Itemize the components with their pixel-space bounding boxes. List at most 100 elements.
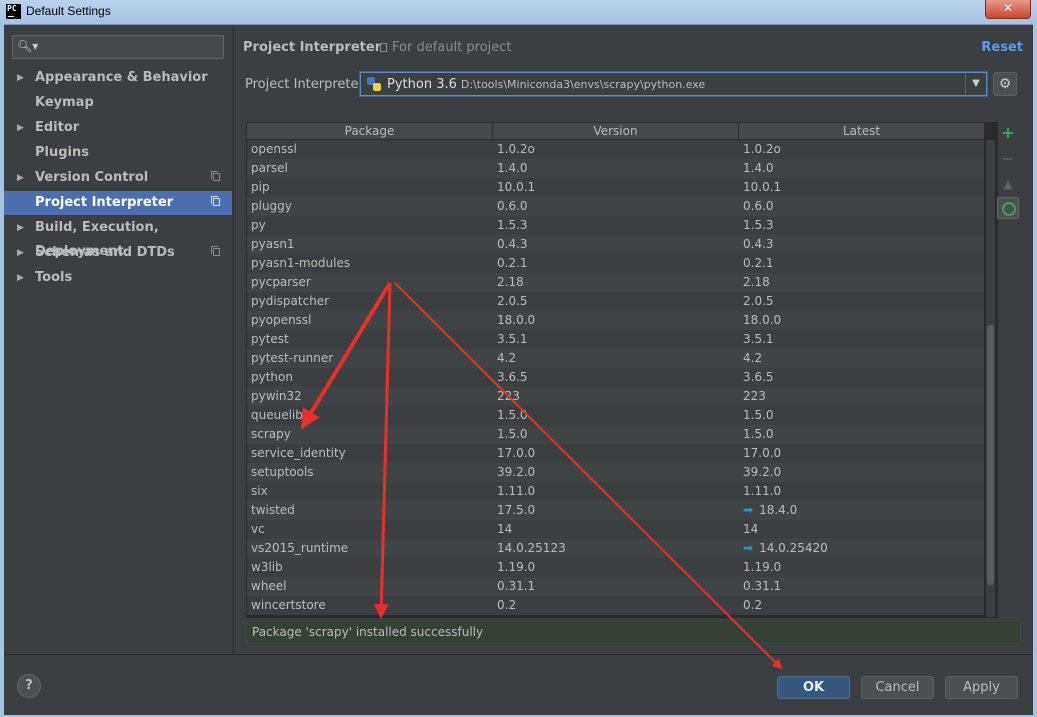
table-row[interactable]: pluggy 0.6.0 0.6.0 <box>247 197 984 216</box>
table-row[interactable]: pydispatcher 2.0.5 2.0.5 <box>247 292 984 311</box>
table-row[interactable]: pytest-runner 4.2 4.2 <box>247 349 984 368</box>
interpreter-select[interactable]: Python 3.6 D:\tools\Miniconda3\envs\scrap… <box>360 72 987 96</box>
table-row[interactable]: py 1.5.3 1.5.3 <box>247 216 984 235</box>
table-row[interactable]: pyasn1-modules 0.2.1 0.2.1 <box>247 254 984 273</box>
table-scrollbar[interactable] <box>986 140 995 617</box>
table-row[interactable]: wheel 0.31.1 0.31.1 <box>247 577 984 596</box>
table-row[interactable]: pytest 3.5.1 3.5.1 <box>247 330 984 349</box>
table-row[interactable]: vs2015_runtime 14.0.25123 ➡ 14.0.25420 <box>247 539 984 558</box>
sidebar-item-project-interpreter[interactable]: Project Interpreter <box>4 191 232 215</box>
settings-search[interactable]: 🔍︎▾ <box>12 35 224 59</box>
remove-package-button[interactable]: − <box>997 148 1019 170</box>
latest-version-text: 223 <box>743 389 766 403</box>
scrollbar-thumb[interactable] <box>987 325 994 585</box>
package-version-cell: 2.0.5 <box>497 294 528 308</box>
search-icon[interactable]: 🔍︎▾ <box>17 39 38 53</box>
table-row[interactable]: six 1.11.0 1.11.0 <box>247 482 984 501</box>
sidebar-item-tools[interactable]: ▶ Tools <box>4 266 232 290</box>
table-row[interactable]: queuelib 1.5.0 1.5.0 <box>247 406 984 425</box>
table-row[interactable]: twisted 17.5.0 ➡ 18.4.0 <box>247 501 984 520</box>
sidebar-item-version-control[interactable]: ▶ Version Control <box>4 166 232 190</box>
settings-search-input[interactable] <box>37 38 221 56</box>
package-name-cell: pyopenssl <box>251 313 312 327</box>
ok-button[interactable]: OK <box>777 676 850 699</box>
interpreter-value: Python 3.6 D:\tools\Miniconda3\envs\scrap… <box>387 77 705 92</box>
show-early-releases-toggle[interactable] <box>997 197 1019 219</box>
expand-arrow-icon[interactable]: ▶ <box>17 116 24 140</box>
scope-label: For default project <box>380 40 511 55</box>
apply-button[interactable]: Apply <box>945 676 1018 699</box>
table-row[interactable]: scrapy 1.5.0 1.5.0 <box>247 425 984 444</box>
table-row[interactable]: service_identity 17.0.0 17.0.0 <box>247 444 984 463</box>
table-row[interactable]: pywin32 223 223 <box>247 387 984 406</box>
package-latest-cell: 2.18 <box>743 273 770 292</box>
package-version-cell: 14 <box>497 522 513 536</box>
sidebar-item-label: Version Control <box>35 170 149 185</box>
sidebar-item-keymap[interactable]: Keymap <box>4 91 232 115</box>
help-button[interactable]: ? <box>17 674 41 698</box>
add-package-button[interactable]: + <box>997 122 1019 144</box>
sidebar-item-plugins[interactable]: Plugins <box>4 141 232 165</box>
table-row[interactable]: python 3.6.5 3.6.5 <box>247 368 984 387</box>
table-row[interactable]: openssl 1.0.2o 1.0.2o <box>247 140 984 159</box>
package-name-cell: scrapy <box>251 427 291 441</box>
sidebar-item-editor[interactable]: ▶ Editor <box>4 116 232 140</box>
package-version-cell: 0.31.1 <box>497 579 536 593</box>
package-version-cell: 1.19.0 <box>497 560 536 574</box>
package-latest-cell: 0.2.1 <box>743 254 774 273</box>
package-latest-cell: 4.2 <box>743 349 762 368</box>
package-name-cell: parsel <box>251 161 288 175</box>
package-latest-cell: 0.2 <box>743 596 762 615</box>
expand-arrow-icon[interactable]: ▶ <box>17 266 24 290</box>
expand-arrow-icon[interactable]: ▶ <box>17 166 24 190</box>
table-row[interactable]: setuptools 39.2.0 39.2.0 <box>247 463 984 482</box>
expand-arrow-icon[interactable]: ▶ <box>17 216 24 240</box>
latest-version-text: 0.6.0 <box>743 199 774 213</box>
scope-text: For default project <box>392 40 512 55</box>
upgrade-package-button[interactable]: ▲ <box>997 173 1019 195</box>
package-version-cell: 0.4.3 <box>497 237 528 251</box>
table-row[interactable]: pip 10.0.1 10.0.1 <box>247 178 984 197</box>
package-name-cell: python <box>251 370 293 384</box>
expand-arrow-icon[interactable]: ▶ <box>17 66 24 90</box>
latest-version-text: 39.2.0 <box>743 465 782 479</box>
table-row[interactable]: w3lib 1.19.0 1.19.0 <box>247 558 984 577</box>
column-header-latest[interactable]: Latest <box>739 123 984 139</box>
cancel-button[interactable]: Cancel <box>861 676 934 699</box>
package-name-cell: pip <box>251 180 270 194</box>
table-header: Package Version Latest <box>247 123 984 140</box>
chevron-down-icon[interactable]: ▼ <box>965 73 986 95</box>
table-row[interactable]: pycparser 2.18 2.18 <box>247 273 984 292</box>
project-scope-icon <box>380 43 387 52</box>
package-version-cell: 39.2.0 <box>497 465 536 479</box>
gear-icon[interactable]: ⚙ <box>993 72 1017 96</box>
column-header-package[interactable]: Package <box>247 123 493 139</box>
interpreter-path: D:\tools\Miniconda3\envs\scrapy\python.e… <box>460 78 706 91</box>
table-row[interactable]: pyasn1 0.4.3 0.4.3 <box>247 235 984 254</box>
table-row[interactable]: wincertstore 0.2 0.2 <box>247 596 984 615</box>
expand-arrow-icon[interactable]: ▶ <box>17 241 24 265</box>
window-close-button[interactable]: ✕ <box>985 0 1031 19</box>
package-version-cell: 10.0.1 <box>497 180 536 194</box>
package-latest-cell: 3.6.5 <box>743 368 774 387</box>
sidebar-item-schemas-and-dtds[interactable]: ▶ Schemas and DTDs <box>4 241 232 265</box>
sidebar-item-label: Plugins <box>35 145 89 160</box>
package-name-cell: pytest <box>251 332 289 346</box>
latest-version-text: 1.4.0 <box>743 161 774 175</box>
reset-link[interactable]: Reset <box>981 40 1023 55</box>
table-row[interactable]: pyopenssl 18.0.0 18.0.0 <box>247 311 984 330</box>
column-header-version[interactable]: Version <box>493 123 739 139</box>
sidebar-item-appearance-behavior[interactable]: ▶ Appearance & Behavior <box>4 66 232 90</box>
sidebar-item-label: Tools <box>35 270 73 285</box>
table-row[interactable]: vc 14 14 <box>247 520 984 539</box>
package-version-cell: 1.5.3 <box>497 218 528 232</box>
package-version-cell: 223 <box>497 389 520 403</box>
package-latest-cell: 1.19.0 <box>743 558 781 577</box>
table-row[interactable]: parsel 1.4.0 1.4.0 <box>247 159 984 178</box>
sidebar-item-build-execution-deployment[interactable]: ▶ Build, Execution, Deployment <box>4 216 232 259</box>
package-latest-cell: 2.0.5 <box>743 292 774 311</box>
window-titlebar[interactable]: PC Default Settings ✕ <box>0 0 1037 25</box>
latest-version-text: 18.4.0 <box>759 503 798 517</box>
latest-version-text: 1.5.0 <box>743 427 774 441</box>
settings-main-panel: Project Interpreter For default project … <box>234 25 1033 654</box>
